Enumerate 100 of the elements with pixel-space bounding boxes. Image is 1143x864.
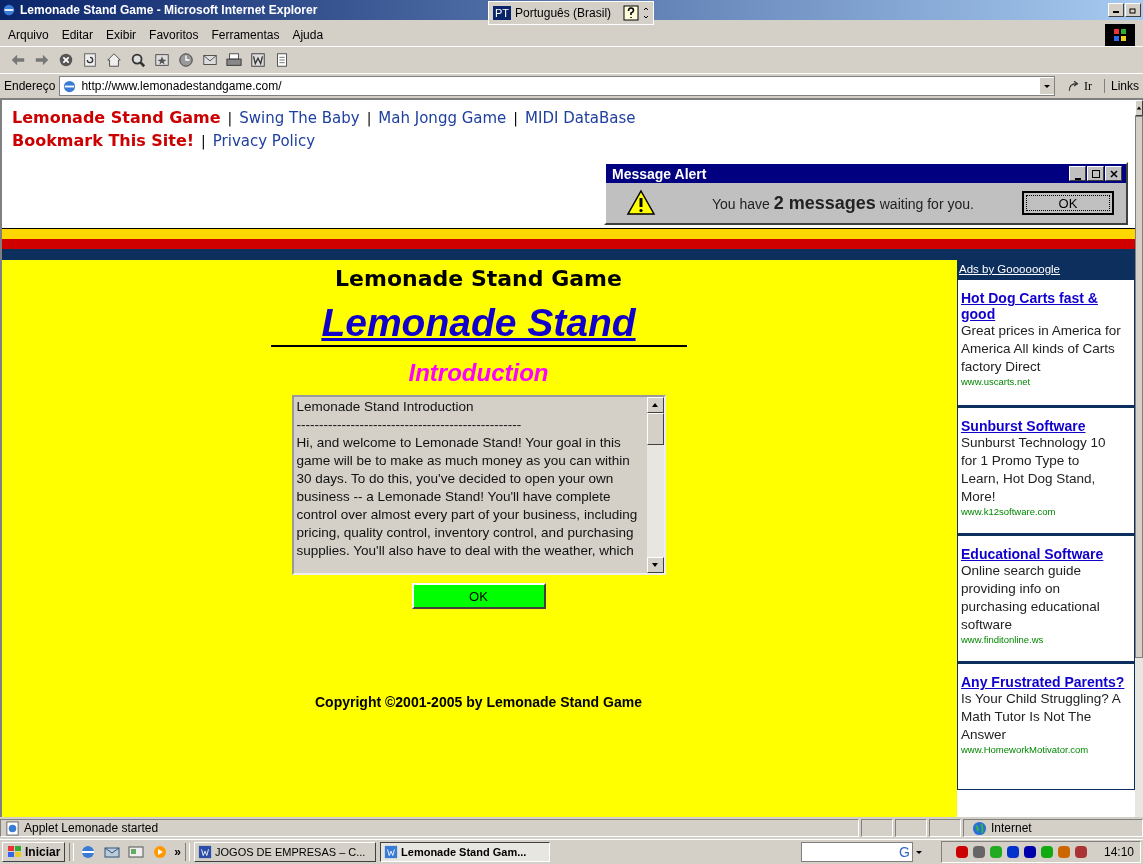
- minimize-button[interactable]: [1108, 3, 1124, 17]
- go-arrow-icon: [1067, 79, 1081, 93]
- arrow-up-icon[interactable]: [1136, 104, 1142, 112]
- taskbar-task[interactable]: Lemonade Stand Gam...: [380, 842, 551, 862]
- section-title: Introduction: [408, 359, 549, 387]
- ad-title-link[interactable]: Any Frustrated Parents?: [961, 674, 1131, 690]
- language-bar[interactable]: PT Português (Brasil): [488, 1, 655, 25]
- tray-icon[interactable]: [1021, 844, 1038, 860]
- tray-icon[interactable]: [1004, 844, 1021, 860]
- separator: |: [366, 110, 372, 126]
- ad-text: Online search guide providing info on purchasing educational software: [961, 562, 1101, 634]
- ok-button[interactable]: OK: [1022, 191, 1114, 215]
- alert-message: You have 2 messages waiting for you.: [712, 192, 974, 214]
- maximize-button[interactable]: [1087, 166, 1104, 181]
- links-button[interactable]: Links: [1104, 79, 1139, 93]
- tray-icon[interactable]: [1072, 844, 1089, 860]
- text-area[interactable]: [291, 395, 666, 575]
- globe-icon: [972, 820, 987, 836]
- minimize-button[interactable]: [1069, 166, 1086, 181]
- notepad-icon[interactable]: [274, 52, 290, 68]
- menu-item[interactable]: Exibir: [106, 28, 137, 42]
- address-label: Endereço: [4, 79, 56, 93]
- tray-icon[interactable]: [953, 844, 970, 860]
- text-paragraph: --------------------------------------------------: [296, 416, 523, 434]
- warning-icon: [626, 189, 656, 217]
- ad-text: Sunburst Technology 10 for 1 Promo Type to Learn, Hot Dog Stand, More!: [961, 434, 1107, 506]
- forward-icon[interactable]: [34, 52, 50, 68]
- ad-url[interactable]: www.HomeworkMotivator.com: [961, 744, 1131, 755]
- minimize-icon: [1113, 11, 1119, 13]
- status-pane: [929, 819, 961, 837]
- ad-text: Great prices in America for America All kinds of Carts factory Direct: [961, 322, 1122, 376]
- separator: |: [513, 110, 519, 126]
- ad-title-link[interactable]: Sunburst Software: [961, 418, 1131, 434]
- close-button[interactable]: [1105, 166, 1122, 181]
- zone-text: Internet: [991, 821, 1032, 835]
- windows-logo-icon: [1105, 24, 1135, 46]
- page-icon: [62, 78, 78, 94]
- menu-item[interactable]: Editar: [61, 28, 94, 42]
- ad-title-link[interactable]: Educational Software: [961, 546, 1131, 562]
- ad-title-link[interactable]: Hot Dog Carts fast & good: [961, 290, 1131, 322]
- history-icon[interactable]: [178, 52, 194, 68]
- browser-icon[interactable]: [80, 844, 97, 860]
- clock: 14:10: [1103, 845, 1134, 859]
- menu-item[interactable]: Favoritos: [149, 28, 199, 42]
- address-field[interactable]: http://www.lemonadestandgame.com/: [59, 76, 1055, 96]
- help-icon[interactable]: [623, 5, 640, 21]
- options-icon[interactable]: [643, 5, 650, 21]
- menu-item[interactable]: Arquivo: [8, 28, 49, 42]
- back-icon[interactable]: [10, 52, 26, 68]
- printer-icon[interactable]: [226, 52, 242, 68]
- restore-button[interactable]: [1125, 3, 1141, 17]
- separator: |: [201, 133, 206, 149]
- start-button[interactable]: Iniciar: [2, 842, 66, 862]
- ad-url[interactable]: www.finditonline.ws: [961, 634, 1131, 645]
- site-link[interactable]: Bookmark This Site!: [12, 131, 195, 150]
- refresh-icon[interactable]: [82, 52, 98, 68]
- page-icon: [5, 820, 20, 836]
- site-link[interactable]: Lemonade Stand Game: [12, 108, 221, 127]
- document-icon: [384, 845, 399, 859]
- nav-link[interactable]: MIDI DataBase: [525, 109, 636, 127]
- scrollbar[interactable]: [646, 397, 664, 573]
- arrow-down-icon[interactable]: [651, 561, 659, 569]
- nav-link[interactable]: Mah Jongg Game: [378, 109, 507, 127]
- more-icon[interactable]: »: [174, 845, 182, 859]
- go-button[interactable]: Ir: [1059, 78, 1100, 94]
- text-paragraph: Lemonade Stand Introduction: [296, 398, 475, 416]
- desktop-icon[interactable]: [128, 844, 145, 860]
- mail-icon[interactable]: [202, 52, 218, 68]
- mail-icon[interactable]: [104, 844, 121, 860]
- status-pane: [895, 819, 927, 837]
- separator: |: [227, 110, 233, 126]
- ad-url[interactable]: www.k12software.com: [961, 506, 1131, 517]
- home-icon[interactable]: [106, 52, 122, 68]
- search-field[interactable]: [800, 842, 913, 862]
- game-title: Lemonade Stand: [321, 301, 636, 344]
- scrollbar[interactable]: [1135, 100, 1143, 817]
- document-icon[interactable]: [250, 52, 266, 68]
- taskbar-task[interactable]: JOGOS DE EMPRESAS – C...: [194, 842, 377, 862]
- scroll-thumb[interactable]: [1135, 116, 1143, 658]
- maximize-icon: [1091, 169, 1100, 178]
- nav-link[interactable]: Swing The Baby: [239, 109, 360, 127]
- menu-item[interactable]: Ferramentas: [211, 28, 280, 42]
- copyright-text: Copyright ©2001-2005 by Lemonade Stand Game: [315, 694, 642, 710]
- ok-button[interactable]: OK: [411, 583, 546, 609]
- dropdown-arrow-icon[interactable]: [914, 848, 923, 856]
- stop-icon[interactable]: [58, 52, 74, 68]
- nav-link[interactable]: Privacy Policy: [212, 132, 316, 150]
- ad-text: Is Your Child Struggling? A Math Tutor Is Not The Answer: [961, 690, 1122, 744]
- minimize-icon: [1074, 178, 1081, 180]
- status-text: Applet Lemonade started: [24, 821, 159, 835]
- menu-item[interactable]: Ajuda: [292, 28, 324, 42]
- windows-logo-icon: [7, 844, 23, 860]
- arrow-up-icon[interactable]: [651, 401, 659, 409]
- search-mark[interactable]: G: [898, 844, 911, 860]
- status-pane: [861, 819, 893, 837]
- search-icon[interactable]: [130, 52, 146, 68]
- ad-url[interactable]: www.uscarts.net: [961, 376, 1131, 387]
- tray-icon[interactable]: [970, 844, 987, 860]
- window-title: Lemonade Stand Game - Microsoft Internet Explorer: [20, 3, 318, 17]
- document-icon: [198, 845, 213, 859]
